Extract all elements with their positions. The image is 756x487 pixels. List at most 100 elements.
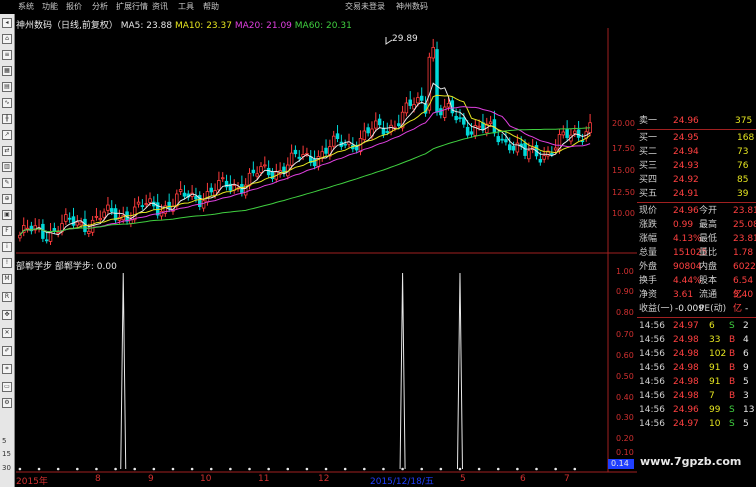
stat-value: 0.99 bbox=[673, 220, 694, 230]
high-price-label: 29.89 bbox=[392, 34, 418, 44]
tick-count: 2 bbox=[743, 321, 749, 331]
tick-price: 24.98 bbox=[673, 335, 699, 345]
candle-body bbox=[538, 158, 543, 163]
candle-body bbox=[561, 131, 566, 136]
pe-label: PE(动) bbox=[699, 304, 727, 314]
tick-time: 14:56 bbox=[639, 335, 665, 345]
tick-volume: 102 bbox=[709, 349, 727, 359]
pe-value: - bbox=[745, 304, 749, 314]
x-label-2015: 2015年 bbox=[16, 477, 48, 487]
candle-body bbox=[377, 118, 382, 126]
candle-body bbox=[178, 189, 183, 192]
tick-volume: 91 bbox=[709, 377, 721, 387]
candle-body bbox=[98, 218, 103, 221]
level-label: 买五 bbox=[639, 189, 658, 199]
indicator-dot bbox=[324, 467, 328, 471]
candle-body bbox=[201, 200, 206, 209]
indicator-dot bbox=[56, 467, 60, 471]
stat-label: 内盘 bbox=[699, 262, 718, 272]
stat-value: 23.81 bbox=[733, 234, 756, 244]
buy-level: 买四 24.92 85 bbox=[637, 173, 756, 187]
level-price: 24.95 bbox=[673, 133, 699, 143]
stat-row: 总量 151025 量比 1.78 bbox=[637, 246, 756, 260]
tick-price: 24.96 bbox=[673, 405, 699, 415]
level-label: 买一 bbox=[639, 133, 658, 143]
candle-body bbox=[542, 155, 546, 160]
candle-body bbox=[419, 95, 424, 101]
candle-body bbox=[52, 228, 57, 232]
candle-body bbox=[144, 203, 148, 206]
indicator-dot bbox=[496, 467, 500, 471]
indicator-dot bbox=[76, 467, 79, 471]
tick-time: 14:56 bbox=[639, 363, 665, 373]
candle-body bbox=[110, 208, 114, 212]
level-label: 买二 bbox=[639, 147, 658, 157]
indicator-dot bbox=[363, 467, 366, 471]
level-price: 24.91 bbox=[673, 189, 699, 199]
tick-side: B bbox=[729, 363, 736, 373]
tick-row: 14:56 24.98 91 B 5 bbox=[637, 375, 756, 389]
sell-level: 卖一 24.96 375 bbox=[637, 114, 756, 128]
indicator-dot bbox=[18, 467, 22, 471]
candle-body bbox=[416, 97, 420, 104]
candle-body bbox=[477, 125, 481, 128]
tick-row: 14:56 24.97 10 S 5 bbox=[637, 417, 756, 431]
stat-label: 流通 bbox=[699, 290, 718, 300]
indicator-dot bbox=[343, 467, 347, 471]
candle-body bbox=[87, 230, 91, 234]
tick-count: 6 bbox=[743, 349, 749, 359]
price-tick-15: 15.00 bbox=[612, 166, 635, 175]
candle-body bbox=[102, 211, 106, 218]
tick-price: 24.98 bbox=[673, 349, 699, 359]
stat-label: 股本 bbox=[699, 276, 718, 286]
tick-row: 14:56 24.98 33 B 4 bbox=[637, 333, 756, 347]
candle-body bbox=[217, 180, 221, 191]
tick-row: 14:56 24.98 91 B 9 bbox=[637, 361, 756, 375]
candle-body bbox=[454, 115, 458, 121]
ind-tick-0-2: 0.20 bbox=[616, 434, 634, 443]
level-volume: 73 bbox=[737, 147, 749, 157]
candle-body bbox=[140, 205, 145, 208]
candle-body bbox=[446, 103, 451, 108]
candle-body bbox=[397, 123, 401, 127]
ind-current-value: 0.14 bbox=[611, 459, 629, 468]
candle-body bbox=[194, 195, 198, 200]
ind-tick-0-9: 0.90 bbox=[616, 287, 634, 296]
tick-volume: 91 bbox=[709, 363, 721, 373]
stat-value: 3.61 bbox=[673, 290, 694, 300]
candle-body bbox=[381, 127, 386, 135]
site-watermark: www.7gpzb.com bbox=[640, 455, 742, 468]
candle-body bbox=[442, 106, 447, 118]
tick-side: B bbox=[729, 391, 736, 401]
stat-label: 涨幅 bbox=[639, 234, 658, 244]
candle-body bbox=[136, 201, 141, 205]
tick-count: 9 bbox=[743, 363, 749, 373]
candle-body bbox=[553, 147, 558, 151]
candle-body bbox=[404, 102, 409, 114]
indicator-dot bbox=[37, 467, 41, 471]
candle-body bbox=[576, 129, 581, 138]
tick-time: 14:56 bbox=[639, 349, 665, 359]
candle-body bbox=[94, 216, 99, 218]
stat-value: 90804 bbox=[673, 262, 702, 272]
tick-volume: 99 bbox=[709, 405, 721, 415]
tick-count: 5 bbox=[743, 419, 749, 429]
candlestick-series bbox=[18, 38, 592, 245]
candle-body bbox=[335, 133, 340, 139]
indicator-spike bbox=[120, 272, 127, 470]
candle-body bbox=[209, 187, 213, 193]
candle-body bbox=[266, 167, 271, 176]
price-tick-20: 20.00 bbox=[612, 119, 635, 128]
earnings-row: 收益(一) -0.009 PE(动) - bbox=[637, 302, 756, 316]
tick-side: B bbox=[729, 335, 736, 345]
stat-value: 25.08 bbox=[733, 220, 756, 230]
candle-body bbox=[79, 222, 83, 226]
indicator-dot bbox=[286, 467, 290, 471]
candle-body bbox=[488, 121, 493, 124]
candle-body bbox=[148, 198, 152, 203]
tick-side: B bbox=[729, 349, 736, 359]
stat-row: 换手 4.44% 股本 6.54亿 bbox=[637, 274, 756, 300]
stat-label: 今开 bbox=[699, 206, 718, 216]
kline-chart[interactable] bbox=[0, 0, 637, 487]
indicator-dot bbox=[382, 467, 385, 471]
